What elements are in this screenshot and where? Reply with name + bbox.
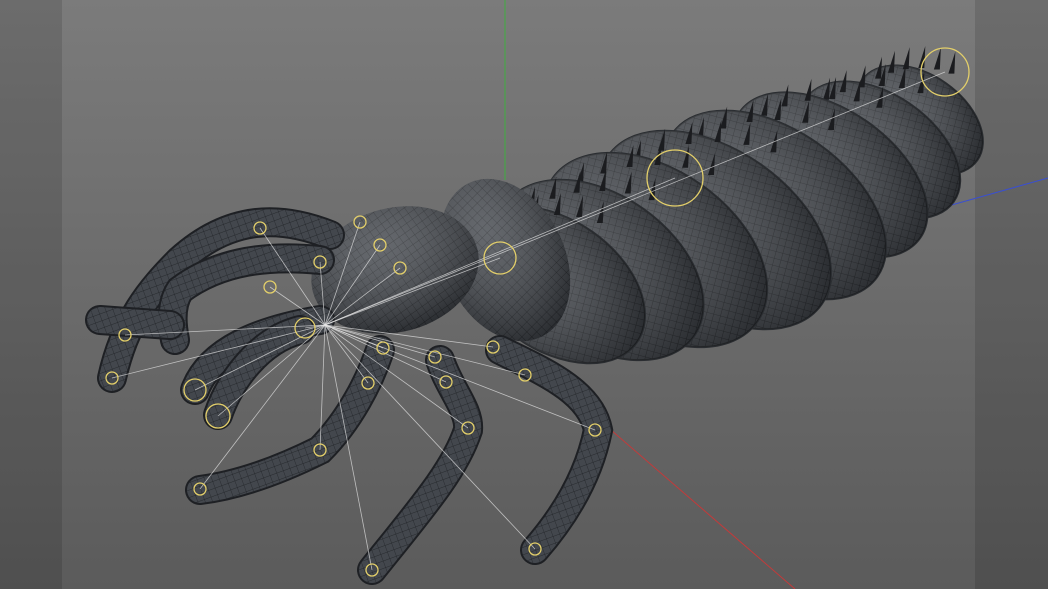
- creature-model[interactable]: [85, 43, 1003, 585]
- leg: [359, 347, 482, 583]
- spike: [948, 51, 956, 74]
- leg: [487, 337, 612, 563]
- scene[interactable]: [0, 0, 1048, 589]
- leg: [87, 307, 183, 338]
- 3d-viewport[interactable]: [0, 0, 1048, 589]
